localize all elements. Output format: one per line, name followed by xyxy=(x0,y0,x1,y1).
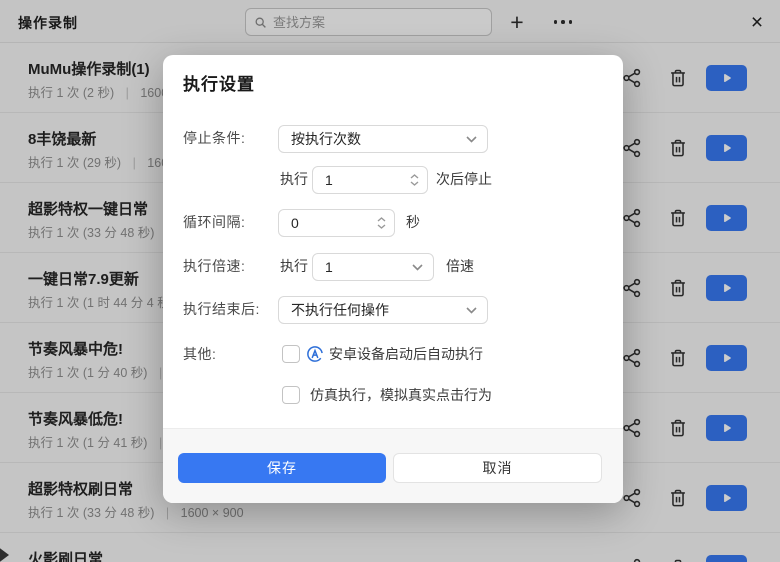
auto-start-checkbox[interactable] xyxy=(282,345,300,363)
stepper-up-icon xyxy=(410,174,419,179)
interval-label: 循环间隔: xyxy=(183,214,246,230)
interval-input-box[interactable] xyxy=(278,209,395,237)
count-input[interactable] xyxy=(325,172,410,188)
after-end-select[interactable]: 不执行任何操作 xyxy=(278,296,488,324)
count-prefix: 执行 xyxy=(280,171,308,187)
auto-start-label: 安卓设备启动后自动执行 xyxy=(329,346,483,362)
stop-condition-label: 停止条件: xyxy=(183,130,246,146)
interval-input[interactable] xyxy=(291,215,377,231)
dialog-footer: 保存 取消 xyxy=(163,428,623,503)
after-end-value: 不执行任何操作 xyxy=(291,302,389,318)
speed-prefix: 执行 xyxy=(280,258,308,274)
count-stepper[interactable] xyxy=(410,174,419,186)
stepper-down-icon xyxy=(410,181,419,186)
dialog-title: 执行设置 xyxy=(183,75,255,94)
stop-condition-select[interactable]: 按执行次数 xyxy=(278,125,488,153)
interval-unit: 秒 xyxy=(406,214,420,230)
other-label: 其他: xyxy=(183,346,217,362)
stop-condition-value: 按执行次数 xyxy=(291,131,361,147)
execution-settings-dialog: 执行设置 停止条件: 按执行次数 执行 次后停止 循环间隔: 秒 xyxy=(163,55,623,503)
speed-suffix: 倍速 xyxy=(446,258,474,274)
app-window: 操作录制 + × MuMu操作录制(1) 执行 1 次 (2 秒) | 1600… xyxy=(0,0,780,562)
save-button[interactable]: 保存 xyxy=(178,453,386,483)
count-suffix: 次后停止 xyxy=(436,171,492,187)
android-app-icon xyxy=(307,346,323,362)
speed-label: 执行倍速: xyxy=(183,258,246,274)
chevron-down-icon xyxy=(412,263,423,271)
interval-stepper[interactable] xyxy=(377,217,386,229)
speed-value: 1 xyxy=(325,259,333,275)
speed-select[interactable]: 1 xyxy=(312,253,434,281)
stepper-down-icon xyxy=(377,224,386,229)
stepper-up-icon xyxy=(377,217,386,222)
cancel-button[interactable]: 取消 xyxy=(393,453,602,483)
count-input-box[interactable] xyxy=(312,166,428,194)
simulate-checkbox[interactable] xyxy=(282,386,300,404)
after-end-label: 执行结束后: xyxy=(183,301,260,317)
chevron-down-icon xyxy=(466,135,477,143)
simulate-label: 仿真执行，模拟真实点击行为 xyxy=(310,387,492,403)
chevron-down-icon xyxy=(466,306,477,314)
